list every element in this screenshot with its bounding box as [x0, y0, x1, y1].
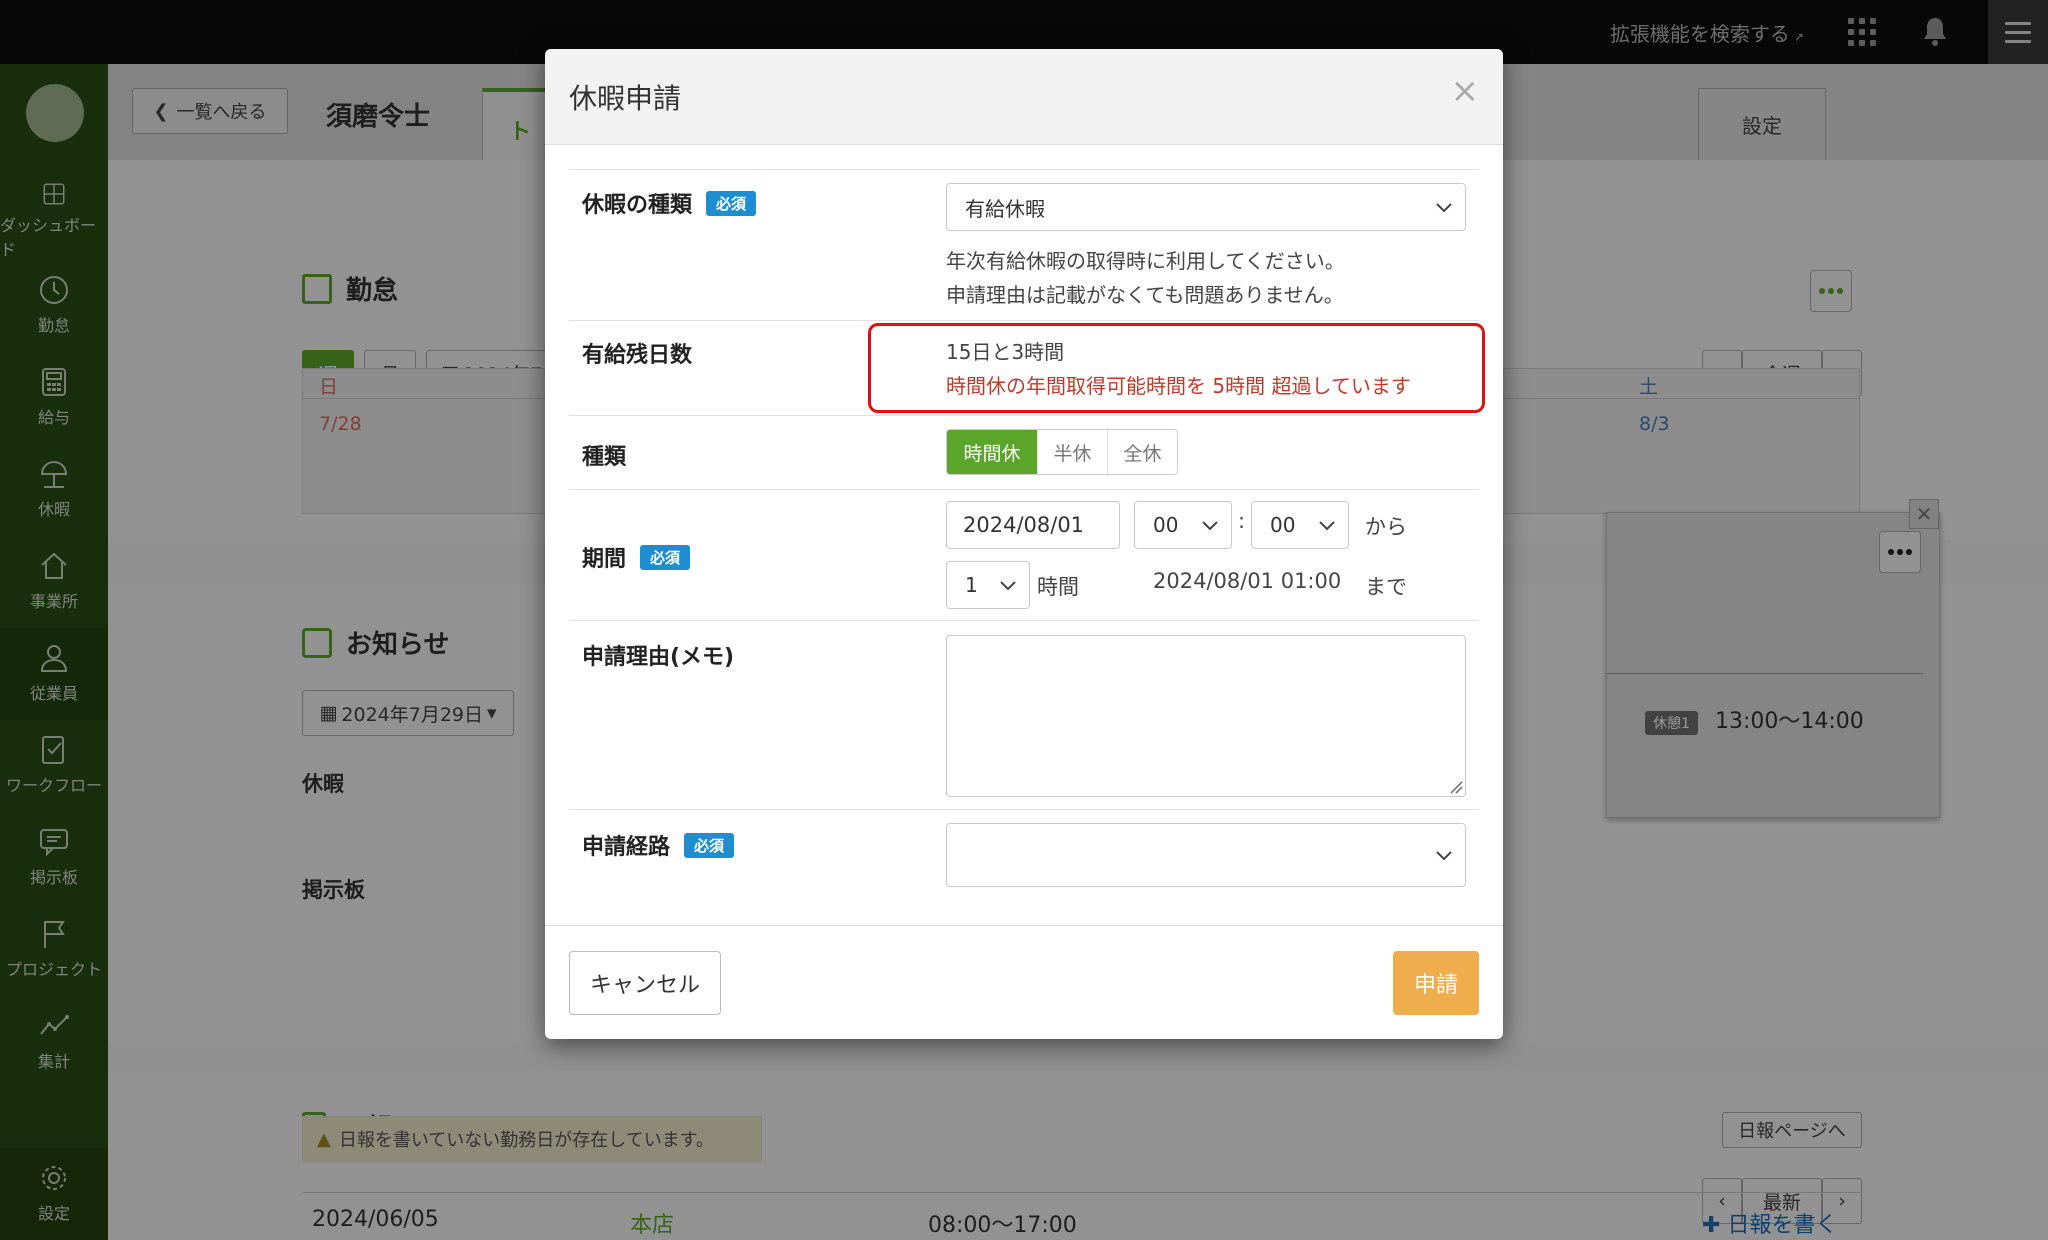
kind-option-hourly[interactable]: 時間休 [947, 430, 1037, 474]
chevron-down-icon [1000, 581, 1016, 591]
row-divider [569, 415, 1479, 416]
row-divider [569, 489, 1479, 490]
leave-request-modal: 休暇申請 × 休暇の種類 必須 有給休暇 年次有給休暇の取得時に利用してください… [545, 49, 1503, 1039]
leave-type-label-text: 休暇の種類 [582, 193, 693, 218]
row-divider [569, 169, 1479, 170]
cancel-button[interactable]: キャンセル [569, 951, 721, 1015]
paid-days-warning: 時間休の年間取得可能時間を 5時間 超過しています [946, 374, 1411, 398]
kind-option-full-day[interactable]: 全休 [1107, 430, 1177, 474]
duration-select[interactable]: 1 [946, 561, 1030, 609]
route-label-text: 申請経路 [582, 835, 671, 860]
duration-value: 1 [965, 573, 978, 597]
paid-days-label: 有給残日数 [582, 337, 692, 369]
kind-segmented-control: 時間休 半休 全休 [946, 429, 1178, 475]
leave-type-note-1: 年次有給休暇の取得時に利用してください。 [946, 249, 1345, 273]
required-badge: 必須 [640, 544, 691, 570]
paid-days-value: 15日と3時間 [946, 340, 1065, 364]
resize-grip-icon[interactable] [1449, 780, 1463, 794]
required-badge: 必須 [684, 832, 735, 858]
modal-footer-divider [545, 925, 1503, 926]
kind-label: 種類 [582, 439, 626, 471]
row-divider [569, 809, 1479, 810]
period-label-text: 期間 [582, 547, 627, 572]
modal-title: 休暇申請 [569, 82, 682, 115]
start-minute-select[interactable]: 00 [1251, 501, 1349, 549]
close-icon[interactable]: × [1451, 71, 1480, 111]
required-badge: 必須 [706, 190, 757, 216]
reason-textarea[interactable] [946, 635, 1466, 797]
chevron-down-icon [1319, 521, 1335, 531]
start-date-input[interactable]: 2024/08/01 [946, 501, 1120, 549]
leave-type-note-2: 申請理由は記載がなくても問題ありません。 [946, 283, 1344, 307]
route-select[interactable] [946, 823, 1466, 887]
submit-button[interactable]: 申請 [1393, 951, 1479, 1015]
period-label: 期間 必須 [582, 541, 691, 573]
start-hour-value: 00 [1153, 513, 1179, 537]
leave-type-select[interactable]: 有給休暇 [946, 183, 1466, 231]
until-label: まで [1365, 575, 1407, 599]
leave-type-value: 有給休暇 [965, 196, 1045, 221]
row-divider [569, 320, 1479, 321]
kind-label-text: 種類 [582, 445, 627, 470]
leave-type-label: 休暇の種類 必須 [582, 187, 757, 219]
time-colon: : [1238, 509, 1246, 533]
reason-label: 申請理由(メモ) [582, 639, 734, 671]
end-datetime: 2024/08/01 01:00 [1153, 569, 1342, 593]
chevron-down-icon [1202, 521, 1218, 531]
route-label: 申請経路 必須 [582, 829, 735, 861]
row-divider [569, 620, 1479, 621]
chevron-down-icon [1436, 851, 1452, 861]
start-minute-value: 00 [1270, 513, 1296, 537]
reason-label-text: 申請理由(メモ) [582, 645, 735, 670]
paid-days-label-text: 有給残日数 [582, 343, 693, 368]
modal-header: 休暇申請 × [545, 49, 1503, 145]
from-label: から [1365, 515, 1407, 539]
kind-option-half-day[interactable]: 半休 [1037, 430, 1107, 474]
start-hour-select[interactable]: 00 [1134, 501, 1232, 549]
chevron-down-icon [1436, 203, 1452, 213]
duration-unit: 時間 [1037, 575, 1079, 599]
